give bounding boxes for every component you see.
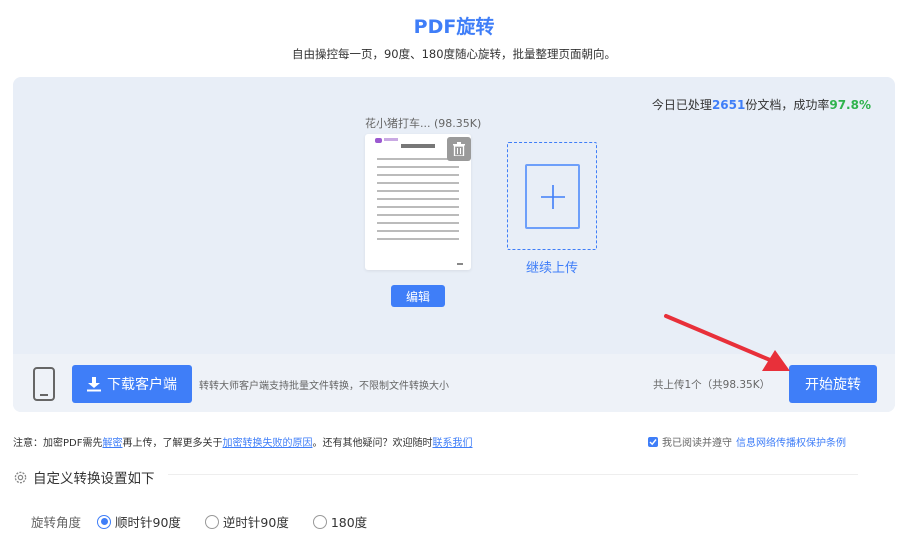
thumbnail-line	[377, 182, 459, 184]
thumbnail-line	[377, 166, 459, 168]
notice-part-1: 注意：加密PDF需先	[13, 438, 103, 449]
thumbnail-line	[377, 222, 459, 224]
mobile-phone-icon	[33, 367, 55, 401]
thumbnail-line	[377, 198, 459, 200]
file-name-label: 花小猪打车... (98.35K)	[365, 115, 481, 131]
edit-button[interactable]: 编辑	[391, 285, 445, 307]
thumbnail-line	[377, 206, 459, 208]
download-icon	[87, 376, 101, 391]
phone-home-button	[40, 394, 48, 396]
client-description: 转转大师客户端支持批量文件转换，不限制文件转换大小	[199, 381, 449, 392]
agreement-prefix: 我已阅读并遵守	[662, 438, 732, 449]
thumbnail-logo-text	[384, 138, 398, 141]
radio-clockwise-90[interactable]: 顺时针90度	[97, 512, 181, 531]
contact-us-link[interactable]: 联系我们	[432, 438, 472, 449]
settings-header: 自定义转换设置如下	[13, 467, 155, 487]
continue-upload-label[interactable]: 继续上传	[507, 257, 597, 276]
agreement: 我已阅读并遵守 信息网络传播权保护条例	[648, 434, 846, 449]
page-title: PDF旋转	[413, 16, 495, 38]
start-rotate-button[interactable]: 开始旋转	[789, 365, 877, 403]
stats-count: 2651	[711, 98, 746, 112]
upload-panel: 今日已处理2651份文档，成功率97.8% 花小猪打车... (98.35K) …	[13, 77, 895, 412]
radio-dot[interactable]	[204, 514, 219, 529]
radio-label: 逆时针90度	[222, 515, 289, 530]
settings-divider	[168, 474, 858, 475]
thumbnail-line	[377, 230, 459, 232]
radio-counterclockwise-90[interactable]: 逆时针90度	[204, 512, 289, 531]
thumbnail-line	[377, 174, 459, 176]
checkmark-icon	[649, 438, 657, 445]
continue-upload-box[interactable]	[507, 142, 597, 250]
thumbnail-line	[377, 214, 459, 216]
processing-stats: 今日已处理2651份文档，成功率97.8%	[652, 96, 871, 113]
notice-part-3: 。还有其他疑问？欢迎随时	[312, 438, 433, 449]
thumbnail-line	[377, 238, 459, 240]
plus-icon	[540, 184, 565, 209]
upload-count: 共上传1个（共98.35K）	[653, 379, 771, 391]
thumbnail-page-number	[457, 263, 463, 265]
radio-dot[interactable]	[312, 514, 327, 529]
radio-dot[interactable]	[97, 514, 112, 529]
radio-180[interactable]: 180度	[312, 512, 368, 531]
page-subtitle: 自由操控每一页，90度、180度随心旋转，批量整理页面朝向。	[291, 47, 617, 61]
radio-label: 180度	[330, 515, 368, 530]
rotation-label: 旋转角度	[31, 515, 82, 530]
action-bar: 下载客户端 转转大师客户端支持批量文件转换，不限制文件转换大小 共上传1个（共9…	[13, 354, 895, 412]
notice-part-2: 再上传，了解更多关于	[122, 438, 223, 449]
stats-success-rate: 97.8%	[829, 98, 871, 112]
notice-text: 注意：加密PDF需先解密再上传，了解更多关于加密转换失败的原因。还有其他疑问？欢…	[13, 434, 472, 449]
rotation-options: 旋转角度 顺时针90度 逆时针90度 180度	[31, 512, 391, 531]
settings-title: 自定义转换设置如下	[33, 471, 155, 487]
stats-prefix: 今日已处理	[651, 98, 712, 112]
trash-icon	[453, 142, 465, 156]
stats-middle: 份文档，成功率	[745, 98, 830, 112]
thumbnail-doc-title	[401, 144, 435, 148]
thumbnail-logo	[375, 138, 382, 143]
gear-icon	[14, 471, 27, 483]
add-file-frame[interactable]	[525, 164, 580, 229]
download-client-label: 下载客户端	[107, 377, 177, 393]
decrypt-link[interactable]: 解密	[102, 438, 122, 449]
agreement-checkbox[interactable]	[648, 436, 658, 447]
agreement-link[interactable]: 信息网络传播权保护条例	[736, 434, 846, 449]
file-name: 花小猪打车...	[365, 117, 431, 130]
download-client-button[interactable]: 下载客户端	[72, 365, 192, 403]
failure-reason-link[interactable]: 加密转换失败的原因	[222, 438, 312, 449]
radio-label: 顺时针90度	[115, 515, 181, 530]
file-size: (98.35K)	[434, 117, 482, 130]
delete-file-button[interactable]	[447, 137, 471, 161]
thumbnail-line	[377, 190, 459, 192]
